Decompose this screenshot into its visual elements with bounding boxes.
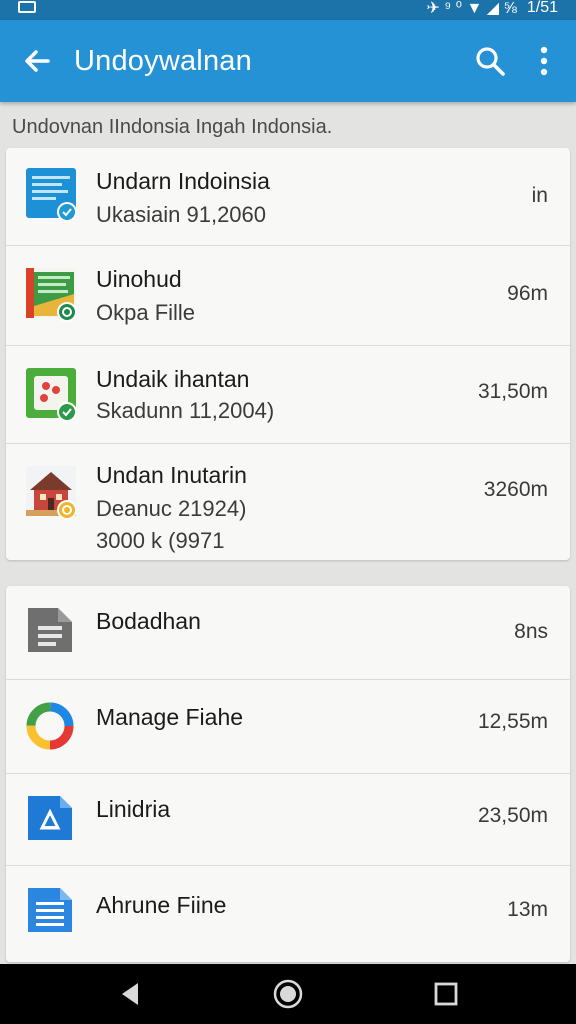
nav-recents-button[interactable]: [406, 964, 486, 1024]
list-item[interactable]: Undaik ihantan Skadunn 11,2004) 31,50m: [6, 346, 570, 444]
item-title: Linidria: [96, 796, 171, 822]
item-size: 8ns: [514, 620, 548, 643]
item-subtitle: Deanuc 21924): [96, 496, 247, 521]
item-title: Bodadhan: [96, 608, 201, 634]
item-subtitle: Okpa Fille: [96, 300, 196, 325]
item-size: in: [531, 184, 548, 207]
spreadsheet-green-thumbnail: [26, 268, 77, 322]
list-item[interactable]: Linidria 23,50m: [6, 774, 570, 866]
arrow-back-icon: [25, 50, 50, 72]
house-photo-thumbnail: [26, 466, 77, 520]
section-subheader: Undovnan IIndonsia Ingah Indonsia.: [12, 116, 333, 138]
document-blue-thumbnail: [26, 168, 77, 222]
more-options-button[interactable]: [520, 20, 568, 102]
item-size: 12,55m: [477, 710, 548, 733]
page-title: Undoywalnan: [74, 44, 252, 77]
item-size: 96m: [507, 282, 548, 305]
item-size: 3260m: [483, 478, 548, 501]
list-item[interactable]: Uinohud Okpa Fille 96m: [6, 246, 570, 346]
item-title: Ahrune Fiine: [96, 892, 227, 918]
item-size: 23,50m: [477, 804, 548, 827]
nav-back-button[interactable]: [90, 964, 170, 1024]
item-subtitle-secondary: 3000 k (9971: [96, 528, 225, 553]
item-subtitle: Skadunn 11,2004): [96, 398, 275, 423]
item-title: Undan Inutarin: [96, 462, 247, 488]
more-vert-icon: [540, 46, 548, 76]
item-size: 13m: [507, 898, 548, 921]
text-file-blue-icon: [28, 888, 72, 932]
files-card: Bodadhan 8ns Manage Fiahe 12,55m Linidri…: [6, 586, 570, 962]
list-item[interactable]: Undarn Indoinsia Ukasiain 91,2060 in: [6, 148, 570, 246]
circle-home-icon: [273, 979, 303, 1009]
item-title: Undaik ihantan: [96, 366, 250, 392]
item-title: Manage Fiahe: [96, 704, 244, 730]
status-icons: ✈ ⁹ ⁰ ▼ ◢ ⅝: [426, 0, 517, 17]
app-green-thumbnail: [26, 368, 77, 422]
list-item[interactable]: Ahrune Fiine 13m: [6, 866, 570, 962]
docs-blue-icon: [28, 796, 72, 840]
app-bar: Undoywalnan: [0, 20, 576, 102]
status-bar: ✈ ⁹ ⁰ ▼ ◢ ⅝ 1/51: [0, 0, 576, 20]
nav-home-button[interactable]: [248, 964, 328, 1024]
circle-multicolor-icon: [26, 702, 74, 750]
item-title: Uinohud: [96, 266, 182, 292]
item-title: Undarn Indoinsia: [96, 168, 270, 194]
triangle-back-icon: [122, 983, 138, 1005]
search-icon: [476, 47, 505, 76]
square-recents-icon: [434, 982, 458, 1006]
notification-icon: [18, 1, 36, 13]
list-item[interactable]: Manage Fiahe 12,55m: [6, 680, 570, 774]
back-button[interactable]: [0, 20, 74, 102]
document-gray-icon: [28, 608, 72, 652]
navigation-bar: [0, 964, 576, 1024]
status-time: 1/51: [526, 0, 558, 16]
item-size: 31,50m: [477, 380, 548, 403]
list-item[interactable]: Undan Inutarin Deanuc 21924) 3000 k (997…: [6, 444, 570, 560]
list-item[interactable]: Bodadhan 8ns: [6, 586, 570, 680]
search-button[interactable]: [460, 20, 520, 102]
item-subtitle: Ukasiain 91,2060: [96, 202, 267, 227]
recent-files-card: Undarn Indoinsia Ukasiain 91,2060 in Uin…: [6, 148, 570, 560]
status-indicators: ✈ ⁹ ⁰ ▼ ◢ ⅝ 1/51: [426, 0, 558, 18]
